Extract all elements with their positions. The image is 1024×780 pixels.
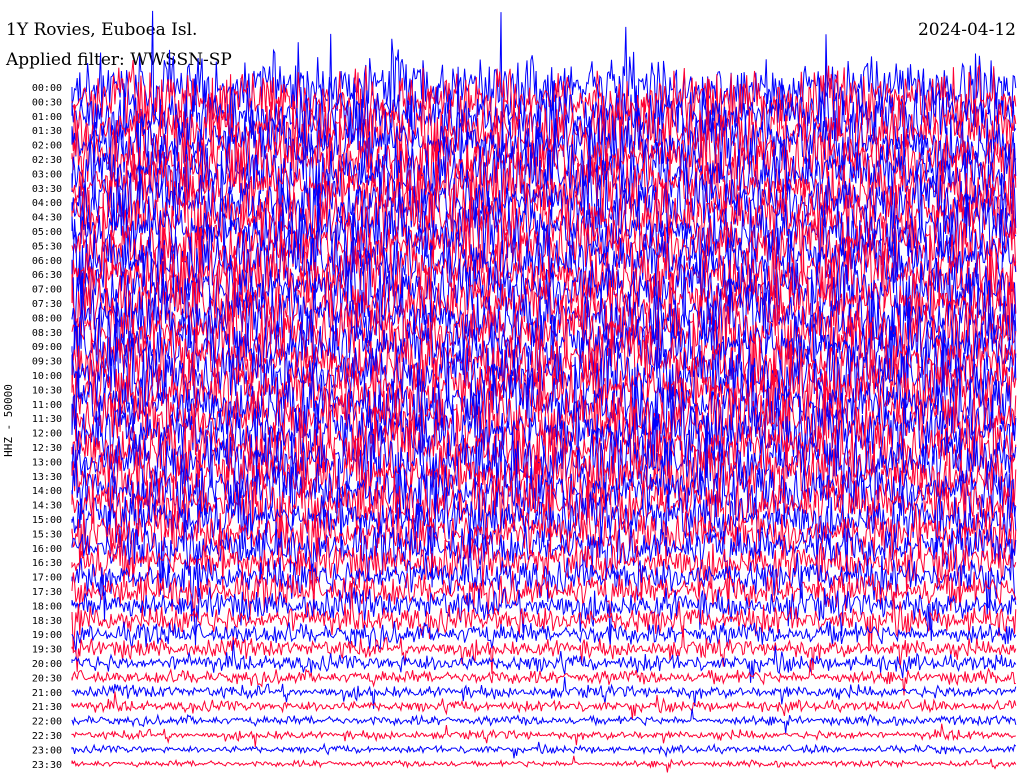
row-label-0430: 04:30 <box>32 213 62 224</box>
row-label-1530: 15:30 <box>32 529 62 540</box>
trace-group <box>71 10 1017 773</box>
row-label-1200: 12:00 <box>32 429 62 440</box>
row-label-1430: 14:30 <box>32 501 62 512</box>
row-label-0900: 09:00 <box>32 342 62 353</box>
seismogram-plot: 00:00 00:30 01:00 01:30 02:00 02:30 03:00 03:30… <box>32 10 1017 773</box>
row-label-0400: 04:00 <box>32 198 62 209</box>
trace-2200 <box>71 708 1017 734</box>
row-label-0630: 06:30 <box>32 270 62 281</box>
row-label-0030: 00:30 <box>32 97 62 108</box>
row-label-1500: 15:00 <box>32 515 62 526</box>
row-label-1400: 14:00 <box>32 486 62 497</box>
row-label-1300: 13:00 <box>32 457 62 468</box>
row-label-0100: 01:00 <box>32 112 62 123</box>
row-label-0330: 03:30 <box>32 184 62 195</box>
row-label-1330: 13:30 <box>32 472 62 483</box>
row-label-2200: 22:00 <box>32 717 62 728</box>
row-label-0500: 05:00 <box>32 227 62 238</box>
row-label-0230: 02:30 <box>32 155 62 166</box>
row-label-0300: 03:00 <box>32 169 62 180</box>
trace-2230 <box>71 723 1016 748</box>
row-label-0130: 01:30 <box>32 126 62 137</box>
row-label-1100: 11:00 <box>32 400 62 411</box>
row-label-1730: 17:30 <box>32 587 62 598</box>
row-label-2130: 21:30 <box>32 702 62 713</box>
row-label-1900: 19:00 <box>32 630 62 641</box>
row-label-1830: 18:30 <box>32 616 62 627</box>
row-label-1030: 10:30 <box>32 385 62 396</box>
row-label-0730: 07:30 <box>32 299 62 310</box>
row-label-0200: 02:00 <box>32 141 62 152</box>
row-label-2000: 20:00 <box>32 659 62 670</box>
row-label-2030: 20:30 <box>32 673 62 684</box>
row-label-1600: 16:00 <box>32 544 62 555</box>
row-label-1800: 18:00 <box>32 601 62 612</box>
row-label-2300: 23:00 <box>32 745 62 756</box>
row-label-1130: 11:30 <box>32 414 62 425</box>
row-label-1000: 10:00 <box>32 371 62 382</box>
row-label-0930: 09:30 <box>32 357 62 368</box>
row-label-2330: 23:30 <box>32 760 62 771</box>
row-label-0530: 05:30 <box>32 241 62 252</box>
trace-2130 <box>71 691 1017 720</box>
row-label-0000: 00:00 <box>32 83 62 94</box>
tick-label-group: 00:00 00:30 01:00 01:30 02:00 02:30 03:00 03:30… <box>32 83 62 771</box>
trace-2300 <box>71 741 1017 759</box>
trace-2330 <box>71 755 1017 773</box>
row-label-0600: 06:00 <box>32 256 62 267</box>
row-label-2230: 22:30 <box>32 731 62 742</box>
row-label-0830: 08:30 <box>32 328 62 339</box>
row-label-1700: 17:00 <box>32 573 62 584</box>
row-label-1230: 12:30 <box>32 443 62 454</box>
trace-2000 <box>71 640 1017 683</box>
row-label-2100: 21:00 <box>32 688 62 699</box>
row-label-1630: 16:30 <box>32 558 62 569</box>
row-label-0700: 07:00 <box>32 285 62 296</box>
row-label-1930: 19:30 <box>32 645 62 656</box>
row-label-0800: 08:00 <box>32 313 62 324</box>
